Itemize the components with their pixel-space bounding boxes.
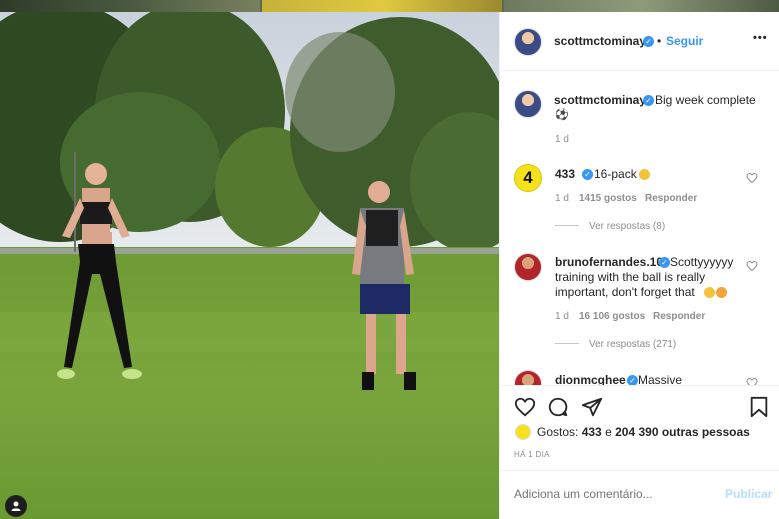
- verified-icon: ✓: [643, 36, 654, 47]
- kissing-heart-emoji-icon: [716, 287, 727, 298]
- author-username[interactable]: scottmctominay: [554, 34, 646, 48]
- comments-list[interactable]: scottmctominay ✓ Big week complete ⚽ 1 d…: [500, 72, 779, 385]
- like-comment-heart-icon[interactable]: [746, 377, 758, 385]
- follow-button[interactable]: Seguir: [666, 34, 703, 49]
- comment-icon[interactable]: [547, 396, 569, 418]
- post-side-panel: scottmctominay ✓ • Seguir ••• scottmctom…: [499, 12, 779, 519]
- background-strip: [0, 0, 779, 12]
- comment-likes[interactable]: 16 106 gostos: [579, 311, 645, 322]
- like-heart-icon[interactable]: [514, 396, 536, 418]
- flushed-emoji-icon: [639, 169, 650, 180]
- add-comment-input[interactable]: [514, 485, 704, 503]
- caption-author-avatar[interactable]: [514, 90, 542, 118]
- comment-text-line1: Scottyyyyyy: [670, 255, 734, 269]
- post-actions: Gostos: 433 e 204 390 outras pessoas HÁ …: [500, 385, 779, 473]
- post-header: scottmctominay ✓ • Seguir •••: [500, 12, 779, 71]
- caption-time[interactable]: 1 d: [555, 134, 569, 145]
- verified-icon: ✓: [659, 257, 670, 268]
- commenter-username[interactable]: brunofernandes.10: [555, 255, 663, 269]
- separator-dot: •: [657, 34, 662, 48]
- add-comment-bar: Publicar: [500, 470, 779, 519]
- likes-others[interactable]: 204 390 outras pessoas: [615, 425, 750, 439]
- caption-text: Big week complete: [655, 93, 756, 107]
- background-strip-left: [0, 0, 260, 12]
- commenter-username[interactable]: dionmcghee: [555, 373, 626, 385]
- verified-icon: ✓: [627, 375, 638, 385]
- share-icon[interactable]: [581, 396, 603, 418]
- like-comment-heart-icon[interactable]: [746, 260, 758, 272]
- verified-icon: ✓: [582, 169, 593, 180]
- post-age[interactable]: HÁ 1 DIA: [514, 450, 550, 459]
- save-bookmark-icon[interactable]: [748, 396, 770, 418]
- winking-tongue-emoji-icon: [704, 287, 715, 298]
- post-photo-image: [0, 12, 499, 519]
- view-replies-button[interactable]: Ver respostas (8): [555, 221, 665, 232]
- comment-text-line2: training with the ball is really: [555, 270, 706, 284]
- comment-text: Massive: [638, 373, 683, 385]
- reply-button[interactable]: Responder: [653, 311, 705, 322]
- comment-time[interactable]: 1 d: [555, 193, 569, 204]
- reply-button[interactable]: Responder: [645, 193, 697, 204]
- author-avatar[interactable]: [514, 28, 542, 56]
- comment-text: 16-pack: [594, 167, 637, 181]
- view-replies-button[interactable]: Ver respostas (271): [555, 339, 676, 350]
- post-photo[interactable]: [0, 12, 499, 519]
- caption-author-username[interactable]: scottmctominay: [554, 93, 646, 107]
- comment-text-line3: important, don't forget that: [555, 285, 695, 299]
- more-options-icon[interactable]: •••: [753, 32, 768, 44]
- commenter-avatar-433[interactable]: 4: [514, 164, 542, 192]
- background-strip-right: [504, 0, 779, 12]
- tagged-user-icon[interactable]: [5, 495, 27, 517]
- background-strip-mid: [262, 0, 502, 12]
- commenter-avatar-dionmcghee[interactable]: [514, 370, 542, 385]
- commenter-avatar-brunofernandes[interactable]: [514, 253, 542, 281]
- likes-summary[interactable]: Gostos: 433 e 204 390 outras pessoas: [537, 425, 750, 440]
- soccer-ball-icon: ⚽: [555, 109, 569, 121]
- commenter-username[interactable]: 433: [555, 167, 575, 181]
- liker-avatar[interactable]: [515, 424, 531, 440]
- publish-button[interactable]: Publicar: [725, 487, 772, 502]
- likes-first-user[interactable]: 433: [582, 425, 602, 439]
- verified-icon: ✓: [643, 95, 654, 106]
- comment-likes[interactable]: 1415 gostos: [579, 193, 637, 204]
- comment-time[interactable]: 1 d: [555, 311, 569, 322]
- like-comment-heart-icon[interactable]: [746, 172, 758, 184]
